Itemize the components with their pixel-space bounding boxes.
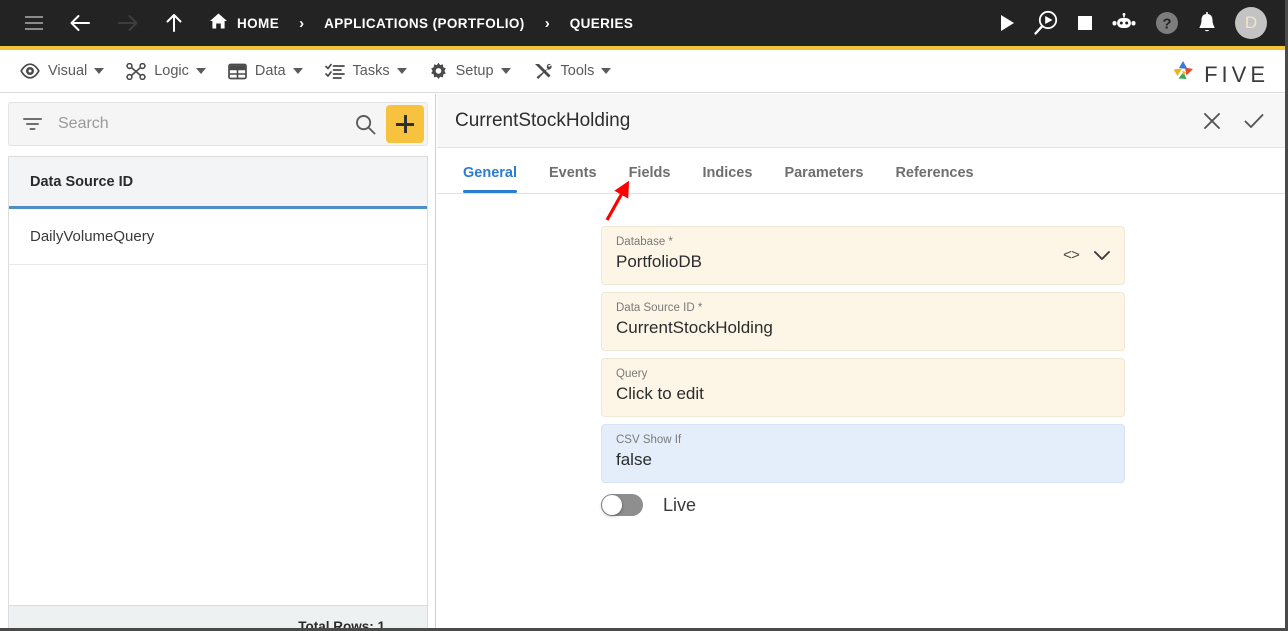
home-icon xyxy=(209,12,237,35)
field-data-source-id-value: CurrentStockHolding xyxy=(616,318,773,337)
field-csv-show-if-label: CSV Show If xyxy=(616,434,682,446)
menu-visual-label: Visual xyxy=(48,63,88,79)
menu-tasks[interactable]: Tasks xyxy=(324,63,407,80)
panel-header-actions xyxy=(1189,102,1273,140)
breadcrumb-applications[interactable]: APPLICATIONS (PORTFOLIO) xyxy=(324,16,525,31)
menu-tasks-label: Tasks xyxy=(352,63,390,79)
toggle-knob xyxy=(602,495,622,515)
forward-arrow-icon[interactable] xyxy=(117,14,139,32)
menu-logic-label: Logic xyxy=(154,63,189,79)
breadcrumb-separator-2: › xyxy=(544,14,550,32)
field-database[interactable]: Database * PortfolioDB <> xyxy=(601,226,1125,285)
top-navigation-bar: HOME › APPLICATIONS (PORTFOLIO) › QUERIE… xyxy=(0,0,1285,46)
wrench-screwdriver-icon xyxy=(533,62,553,81)
menu-tools[interactable]: Tools xyxy=(533,62,612,81)
field-csv-show-if[interactable]: CSV Show If false xyxy=(601,424,1125,483)
breadcrumb-separator: › xyxy=(299,14,305,32)
menu-setup-label: Setup xyxy=(455,63,494,79)
checklist-icon xyxy=(324,63,345,80)
detail-tabs: General Events Fields Indices Parameters… xyxy=(437,149,1285,194)
up-arrow-icon[interactable] xyxy=(165,13,183,33)
eye-icon xyxy=(20,63,40,79)
back-arrow-icon[interactable] xyxy=(69,14,91,32)
field-database-value: PortfolioDB xyxy=(616,252,702,271)
live-toggle-row: Live xyxy=(601,494,696,516)
field-query-label: Query xyxy=(616,368,648,380)
chevron-down-icon xyxy=(94,68,105,74)
chevron-down-icon xyxy=(500,68,511,74)
menu-tools-label: Tools xyxy=(560,63,595,79)
plus-icon xyxy=(396,115,414,133)
five-star-icon xyxy=(1169,58,1197,91)
chevron-down-icon xyxy=(292,68,303,74)
field-data-source-id[interactable]: Data Source ID * CurrentStockHolding xyxy=(601,292,1125,351)
field-database-adornments: <> xyxy=(1063,247,1111,264)
search-bar xyxy=(8,102,428,146)
tab-fields[interactable]: Fields xyxy=(613,165,687,193)
five-brand-logo[interactable]: FIVE xyxy=(1169,58,1269,91)
menu-data[interactable]: Data xyxy=(228,63,303,80)
logic-nodes-icon xyxy=(126,62,146,80)
tab-general[interactable]: General xyxy=(447,165,533,193)
data-source-grid: Data Source ID DailyVolumeQuery xyxy=(8,156,428,606)
live-toggle-label: Live xyxy=(663,494,697,515)
search-input[interactable] xyxy=(56,114,355,134)
menu-logic[interactable]: Logic xyxy=(126,62,206,80)
field-query-value: Click to edit xyxy=(616,384,704,403)
add-query-button[interactable] xyxy=(386,105,424,143)
gear-icon xyxy=(429,62,448,81)
check-icon[interactable] xyxy=(1235,102,1273,140)
grid-footer: Total Rows: 1 xyxy=(8,606,428,631)
chevron-down-icon[interactable] xyxy=(1093,250,1111,262)
field-data-source-id-label: Data Source ID * xyxy=(616,302,703,314)
tab-indices[interactable]: Indices xyxy=(686,165,768,193)
tab-events[interactable]: Events xyxy=(533,165,613,193)
general-tab-form: Database * PortfolioDB <> Data Source ID… xyxy=(437,194,1285,628)
breadcrumb-home-label: HOME xyxy=(237,15,280,31)
play-icon[interactable] xyxy=(999,14,1015,32)
menu-visual[interactable]: Visual xyxy=(20,63,105,79)
tab-parameters[interactable]: Parameters xyxy=(768,165,879,193)
filter-icon[interactable] xyxy=(23,117,42,131)
five-brand-text: FIVE xyxy=(1204,61,1269,87)
live-toggle[interactable] xyxy=(601,494,643,516)
debug-magnifier-play-icon[interactable] xyxy=(1033,10,1059,36)
close-x-icon[interactable] xyxy=(1193,102,1231,140)
tab-references[interactable]: References xyxy=(879,165,989,193)
hamburger-menu-icon[interactable] xyxy=(25,16,43,30)
topbar-actions: ? D xyxy=(981,0,1267,46)
total-rows-label: Total Rows: 1 xyxy=(298,619,385,631)
table-grid-icon xyxy=(228,63,247,80)
robot-icon[interactable] xyxy=(1111,13,1137,33)
detail-panel-header: CurrentStockHolding xyxy=(437,94,1285,148)
field-query[interactable]: Query Click to edit xyxy=(601,358,1125,417)
page-title: CurrentStockHolding xyxy=(455,109,631,131)
question-circle-icon[interactable]: ? xyxy=(1155,11,1179,35)
column-header-data-source-id[interactable]: Data Source ID xyxy=(30,174,133,190)
field-database-label: Database * xyxy=(616,236,673,248)
table-row[interactable]: DailyVolumeQuery xyxy=(9,209,427,265)
search-icon[interactable] xyxy=(355,114,376,135)
application-window: HOME › APPLICATIONS (PORTFOLIO) › QUERIE… xyxy=(0,0,1288,631)
breadcrumb-queries[interactable]: QUERIES xyxy=(570,16,634,31)
field-csv-show-if-value: false xyxy=(616,450,652,469)
user-avatar[interactable]: D xyxy=(1235,7,1267,39)
stop-square-icon[interactable] xyxy=(1077,15,1093,31)
svg-text:?: ? xyxy=(1162,16,1171,33)
menu-data-label: Data xyxy=(254,63,286,79)
left-sidebar-panel: Data Source ID DailyVolumeQuery Total Ro… xyxy=(0,94,436,628)
breadcrumb-home[interactable]: HOME xyxy=(209,12,279,35)
bell-icon[interactable] xyxy=(1197,12,1217,34)
chevron-down-icon xyxy=(396,68,407,74)
cell-data-source-id: DailyVolumeQuery xyxy=(30,228,155,245)
chevron-down-icon xyxy=(601,68,612,74)
menu-setup[interactable]: Setup xyxy=(429,62,511,81)
main-menu-bar: Visual Logic Data Tasks Setup Tools FIVE xyxy=(0,50,1285,93)
code-brackets-icon[interactable]: <> xyxy=(1063,247,1080,264)
grid-header-row: Data Source ID xyxy=(9,157,427,209)
chevron-down-icon xyxy=(195,68,206,74)
detail-panel: CurrentStockHolding General Events Field… xyxy=(437,94,1285,628)
